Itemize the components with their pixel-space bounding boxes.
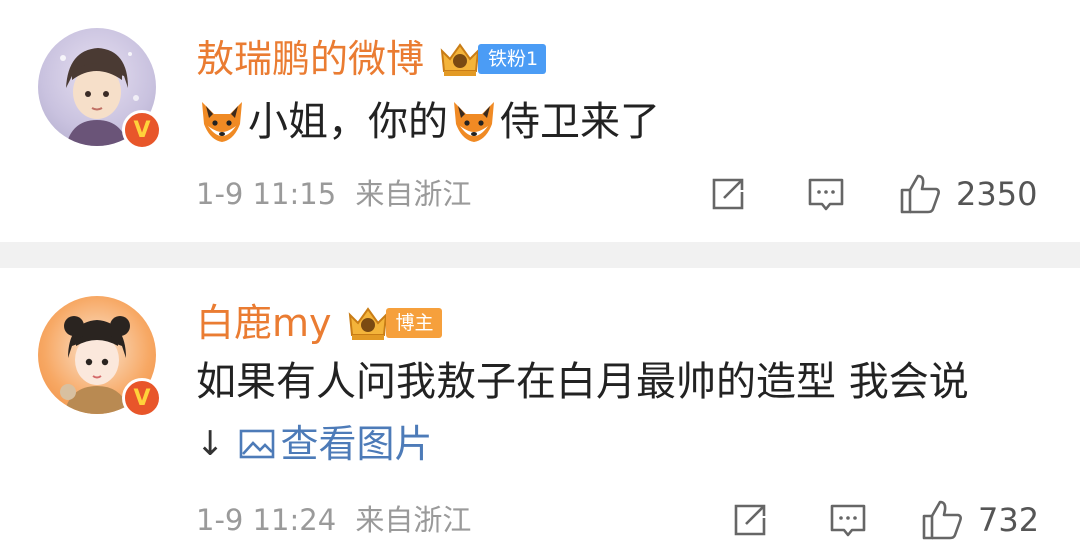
- thumbs-up-icon: [922, 500, 962, 540]
- location: 来自浙江: [355, 177, 472, 211]
- view-image-link[interactable]: ↓ 查看图片: [196, 418, 433, 470]
- comment-item: V 白鹿my 博主 如果有人问我敖子在白月最帅的造型 我会说 ↓ 查看图片 1-…: [0, 268, 1080, 544]
- comment-header: 白鹿my 博主: [196, 298, 442, 348]
- location: 来自浙江: [355, 503, 472, 537]
- reply-button[interactable]: [806, 170, 846, 218]
- view-image-label: 查看图片: [280, 422, 433, 466]
- text-part: 侍卫来了: [500, 99, 660, 145]
- reply-button[interactable]: [828, 496, 868, 544]
- comment-icon: [808, 178, 844, 211]
- weibo-comments-page: V 敖瑞鹏的微博 铁粉1 小姐，你的 侍卫来了 1-9 11:15 来自浙江 2…: [0, 0, 1080, 544]
- timestamp: 1-9 11:15 来自浙江: [196, 176, 471, 212]
- comment-text: 如果有人问我敖子在白月最帅的造型 我会说: [196, 359, 969, 405]
- timestamp: 1-9 11:24 来自浙江: [196, 502, 471, 538]
- comment-icon: [830, 504, 866, 537]
- avatar[interactable]: V: [38, 296, 162, 418]
- username[interactable]: 白鹿my: [196, 298, 332, 348]
- comment-item: V 敖瑞鹏的微博 铁粉1 小姐，你的 侍卫来了 1-9 11:15 来自浙江 2…: [0, 0, 1080, 242]
- username[interactable]: 敖瑞鹏的微博: [196, 34, 424, 84]
- image-icon: [239, 429, 274, 459]
- arrow-down-icon: ↓: [196, 424, 225, 464]
- badge-label: 铁粉1: [478, 44, 547, 74]
- section-divider: [0, 242, 1080, 268]
- avatar[interactable]: V: [38, 28, 162, 150]
- comment-header: 敖瑞鹏的微博 铁粉1: [196, 34, 547, 84]
- share-button[interactable]: [730, 496, 770, 544]
- like-count: 732: [978, 501, 1040, 539]
- time: 1-9 11:15: [196, 177, 337, 211]
- like-count: 2350: [956, 175, 1038, 213]
- share-icon: [712, 178, 744, 210]
- time: 1-9 11:24: [196, 503, 337, 537]
- badge-label: 博主: [385, 308, 442, 338]
- blogger-badge[interactable]: 博主: [344, 303, 442, 343]
- fan-badge[interactable]: 铁粉1: [436, 39, 547, 79]
- fox-emoji: [454, 102, 494, 142]
- like-button[interactable]: 732: [920, 496, 1039, 544]
- verified-badge-icon: V: [122, 110, 162, 150]
- share-button[interactable]: [708, 170, 748, 218]
- comment-meta: 1-9 11:24 来自浙江 732: [196, 496, 1040, 544]
- share-icon: [734, 504, 766, 536]
- thumbs-up-icon: [900, 174, 940, 214]
- fox-emoji: [202, 102, 242, 142]
- crown-icon: [440, 43, 480, 76]
- comment-meta: 1-9 11:15 来自浙江 2350: [196, 170, 1040, 218]
- text-part: 小姐，你的: [248, 99, 448, 145]
- verified-badge-icon: V: [122, 378, 162, 418]
- crown-icon: [348, 307, 387, 340]
- comment-text: 小姐，你的 侍卫来了: [196, 94, 660, 150]
- like-button[interactable]: 2350: [898, 170, 1037, 218]
